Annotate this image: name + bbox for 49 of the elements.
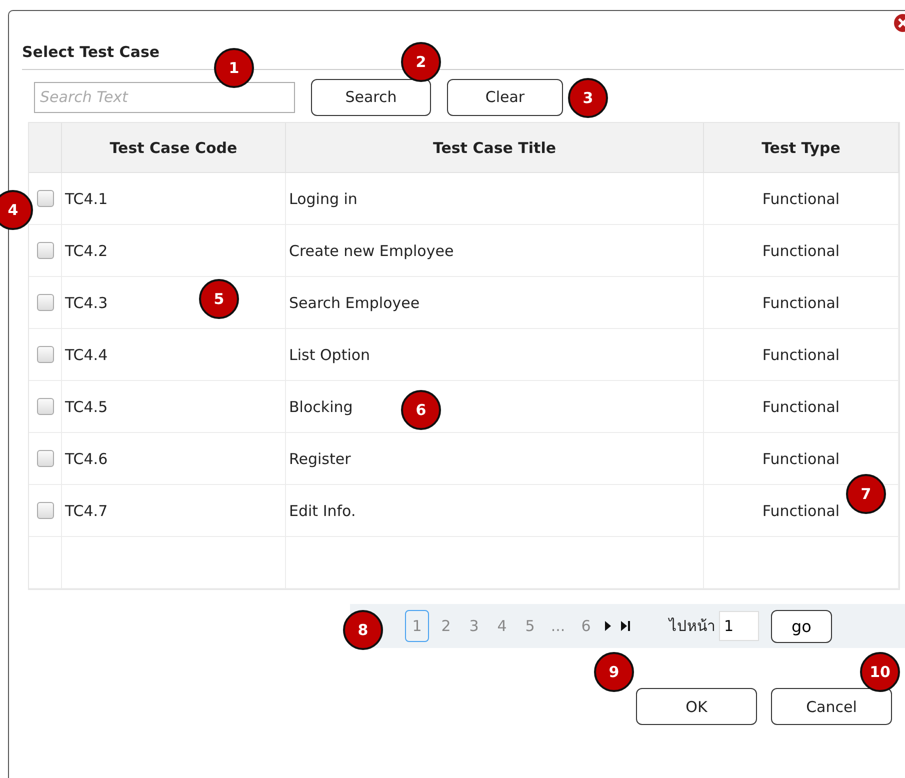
row-checkbox[interactable] — [36, 450, 54, 467]
table-cell: Functional — [762, 242, 840, 260]
row-checkbox[interactable] — [36, 502, 54, 519]
goto-page-label: ไปหน้า — [669, 616, 715, 637]
clear-button[interactable]: Clear — [447, 78, 563, 116]
table-cell: TC4.2 — [65, 242, 108, 260]
column-header: Test Case Code — [62, 123, 286, 173]
table-cell: TC4.3 — [65, 294, 108, 312]
page-link[interactable]: 4 — [488, 610, 516, 642]
table-cell: Functional — [762, 346, 840, 364]
table-cell: TC4.1 — [65, 190, 108, 208]
row-checkbox[interactable] — [36, 346, 54, 363]
table-cell: TC4.5 — [65, 398, 108, 416]
column-header: Test Type — [704, 123, 899, 173]
page-link[interactable]: 5 — [516, 610, 544, 642]
table-cell: Functional — [762, 450, 840, 468]
page-number-field[interactable]: 1 — [719, 611, 759, 641]
row-checkbox[interactable] — [36, 398, 54, 415]
page-link[interactable]: 1 — [405, 610, 429, 642]
cancel-button[interactable]: Cancel — [771, 688, 892, 725]
page-link[interactable]: 3 — [460, 610, 488, 642]
column-header: Test Case Title — [286, 123, 704, 173]
table-cell: Loging in — [289, 190, 358, 208]
search-field[interactable]: Search Text — [34, 82, 295, 112]
page-link[interactable]: 6 — [572, 610, 600, 642]
table-cell: TC4.6 — [65, 450, 108, 468]
page-link[interactable]: 2 — [432, 610, 460, 642]
row-checkbox[interactable] — [36, 190, 54, 207]
table-cell: Search Employee — [289, 294, 420, 312]
search-button[interactable]: Search — [311, 78, 431, 116]
last-page-icon[interactable] — [620, 620, 631, 632]
go-button[interactable]: go — [771, 610, 832, 642]
page-link[interactable]: ... — [544, 610, 572, 642]
next-page-icon[interactable] — [604, 620, 612, 632]
table-cell: TC4.7 — [65, 502, 108, 520]
table-cell: Edit Info. — [289, 502, 356, 520]
table-cell: List Option — [289, 346, 370, 364]
table-cell: Register — [289, 450, 351, 468]
row-checkbox[interactable] — [36, 294, 54, 311]
table-cell: TC4.4 — [65, 346, 108, 364]
table-cell: Blocking — [289, 398, 353, 416]
table-cell: Functional — [762, 398, 840, 416]
table-cell: Functional — [762, 294, 840, 312]
dialog-title: Select Test Case — [22, 43, 160, 63]
table-cell: Functional — [762, 190, 840, 208]
table-cell: Create new Employee — [289, 242, 454, 260]
row-checkbox[interactable] — [36, 242, 54, 259]
table-cell: Functional — [762, 502, 840, 520]
ok-button[interactable]: OK — [636, 688, 757, 725]
